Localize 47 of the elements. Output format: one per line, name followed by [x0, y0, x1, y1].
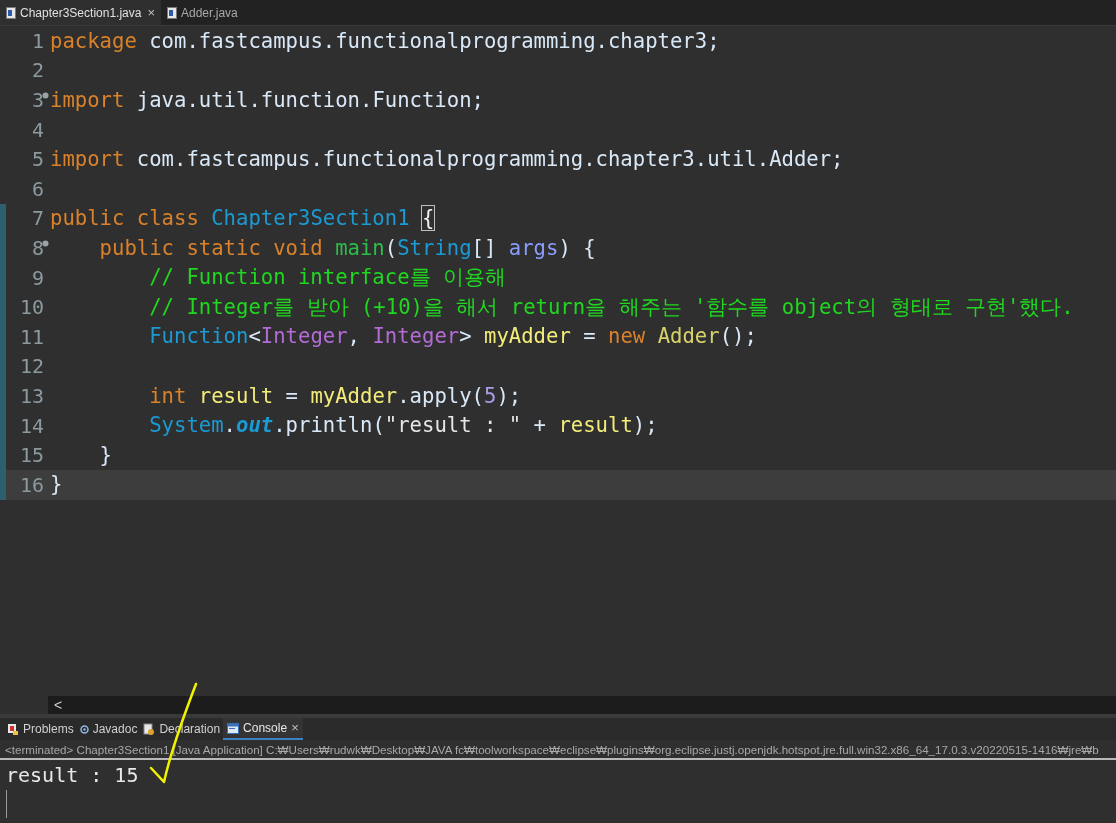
line-number: 15 — [19, 442, 44, 470]
panel-tab[interactable]: Javadoc — [76, 718, 141, 740]
scroll-left-arrow[interactable]: < — [48, 698, 69, 712]
code-line: Function<Integer, Integer> myAdder = new Adder(); — [148, 326, 757, 348]
line-number: 7 — [31, 205, 44, 233]
line-number: 8 — [31, 234, 44, 262]
problems-icon — [7, 722, 19, 736]
code-line: // Function interface를 이용해 — [148, 267, 506, 288]
code-line: } — [98, 444, 112, 466]
panel-tab[interactable]: Console × — [223, 718, 303, 740]
line-number: 13 — [19, 382, 44, 410]
java-file-icon — [167, 6, 177, 19]
fold-icon[interactable] — [42, 239, 49, 247]
java-file-icon — [6, 6, 16, 19]
line-number: 14 — [19, 412, 44, 440]
code-line: // Integer를 받아 (+10)을 해서 return을 해주는 '함수를 object의 형태로 구현'했다. — [148, 296, 1074, 318]
code-line: } — [50, 474, 63, 495]
code-line: System.out.println("result : " + result); — [148, 415, 658, 436]
line-number: 10 — [19, 294, 44, 322]
panel-tab[interactable]: Problems — [4, 718, 77, 740]
line-number: 1 — [31, 27, 44, 55]
code-line: public static void main(String[] args) { — [98, 237, 596, 259]
at-sign-icon — [79, 724, 89, 734]
code-line: import com.fastcampus.functionalprogramming.chapter3.util.Adder; — [50, 148, 844, 170]
declaration-icon — [143, 722, 156, 736]
close-icon[interactable]: × — [147, 2, 155, 23]
close-icon[interactable]: × — [291, 718, 299, 738]
console-icon — [227, 722, 240, 734]
line-number: 6 — [31, 175, 44, 203]
line-number: 4 — [31, 116, 44, 144]
line-number: 5 — [31, 146, 44, 174]
line-number: 12 — [19, 353, 44, 381]
editor-tab[interactable]: Chapter3Section1.java × — [0, 0, 161, 25]
line-number: 11 — [19, 323, 44, 351]
editor-tab[interactable]: Adder.java — [161, 0, 244, 25]
line-number: 16 — [19, 471, 44, 499]
code-line: public class Chapter3Section1 { — [50, 208, 435, 229]
line-number: 3 — [31, 87, 44, 114]
text-cursor — [6, 790, 7, 818]
code-line: import java.util.function.Function; — [50, 89, 484, 111]
horizontal-scrollbar[interactable]: < — [48, 696, 1116, 714]
fold-icon[interactable] — [42, 92, 49, 99]
console-output: result : 15 — [6, 762, 139, 788]
code-line: int result = myAdder.apply(5); — [148, 385, 522, 407]
line-number: 9 — [31, 264, 44, 292]
line-number: 2 — [31, 57, 44, 85]
code-line: package com.fastcampus.functionalprogramming.chapter3; — [50, 30, 720, 52]
